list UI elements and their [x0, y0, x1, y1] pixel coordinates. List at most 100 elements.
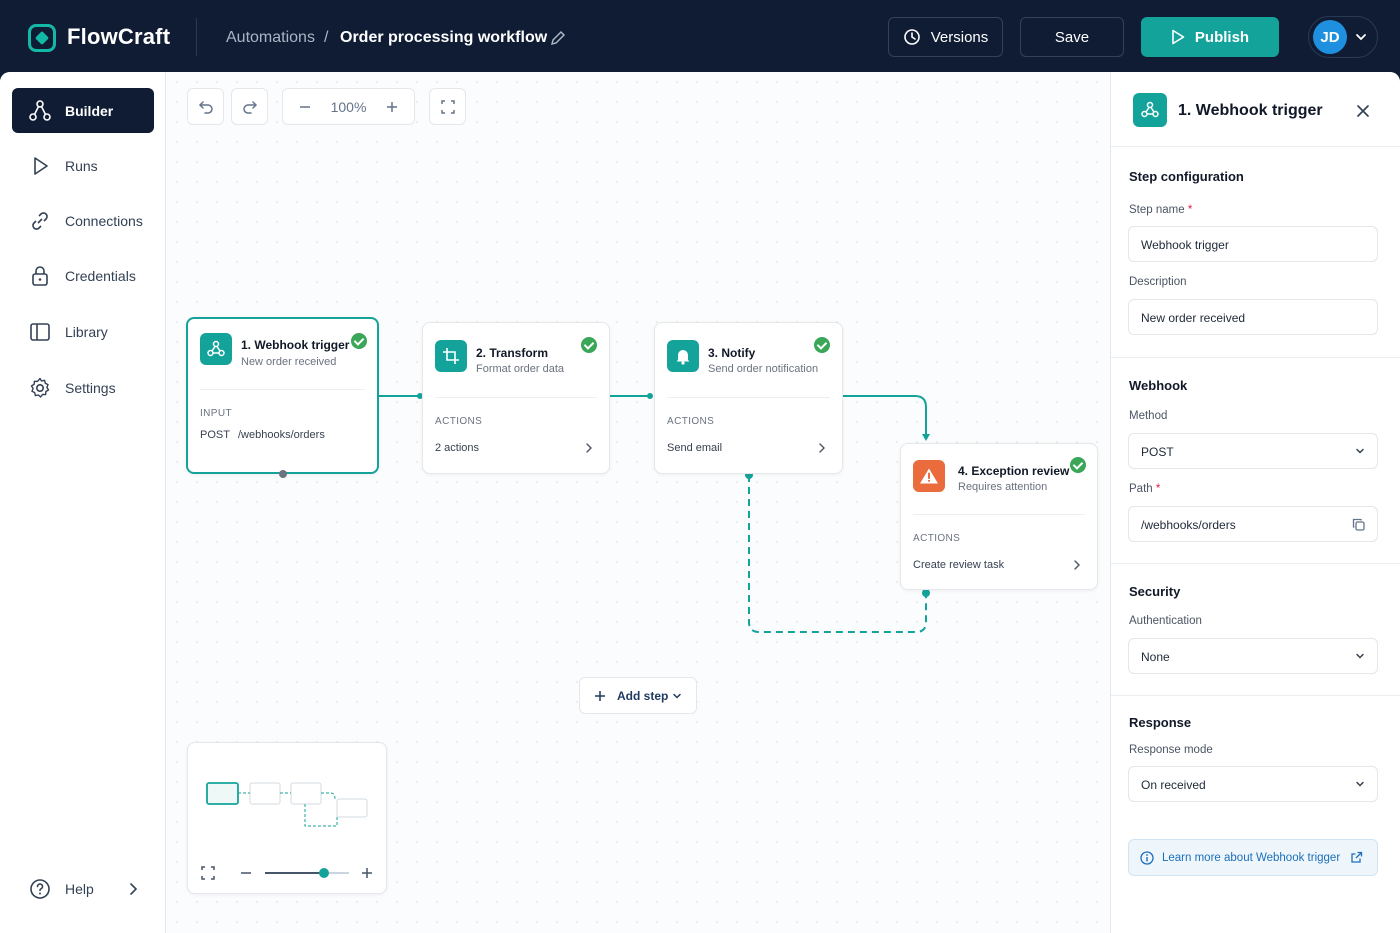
gear-icon [30, 377, 50, 398]
node-section-label: ACTIONS [435, 416, 483, 427]
node-notify[interactable]: 3. Notify Send order notification ACTION… [654, 322, 843, 474]
add-step-label: Add step [617, 689, 669, 703]
node-transform[interactable]: 2. Transform Format order data ACTIONS 2… [422, 322, 610, 474]
book-icon [30, 323, 50, 341]
properties-panel: 1. Webhook trigger Step configuration St… [1110, 72, 1400, 933]
chevron-right-icon[interactable] [817, 442, 827, 454]
publish-button[interactable]: Publish [1141, 17, 1279, 57]
section-step-configuration: Step configuration [1129, 169, 1244, 184]
panel-title: 1. Webhook trigger [1178, 102, 1323, 119]
webhook-icon [1133, 93, 1167, 127]
history-icon [903, 29, 920, 45]
description-label: Description [1129, 276, 1187, 288]
info-icon [1140, 851, 1154, 865]
node-subtitle: Send order notification [708, 363, 819, 375]
copy-icon[interactable] [1352, 518, 1365, 531]
section-security: Security [1129, 584, 1181, 599]
zoom-out-icon[interactable] [240, 867, 252, 879]
breadcrumb-automations[interactable]: Automations [226, 29, 315, 47]
sidebar-item-settings[interactable]: Settings [12, 365, 154, 410]
method-select[interactable]: POST [1128, 433, 1378, 469]
sidebar-item-label: Connections [65, 213, 143, 229]
sidebar-item-label: Builder [65, 103, 114, 119]
zoom-slider-thumb[interactable] [318, 868, 329, 878]
workflow-icon [29, 100, 51, 121]
versions-button[interactable]: Versions [888, 17, 1003, 57]
path-label: Path * [1129, 483, 1160, 495]
node-section-label: ACTIONS [667, 416, 715, 427]
node-title: 2. Transform [476, 346, 549, 360]
path-label-text: Path [1129, 483, 1153, 495]
step-name-field[interactable]: Webhook trigger [1128, 226, 1378, 262]
minimap-zoom-slider[interactable] [265, 868, 349, 878]
learn-more-label: Learn more about Webhook trigger [1162, 852, 1341, 864]
path-field[interactable]: /webhooks/orders [1128, 506, 1378, 542]
chevron-right-icon[interactable] [1072, 559, 1082, 571]
sidebar-item-help[interactable]: Help [12, 866, 154, 911]
divider [1111, 146, 1400, 147]
minimap[interactable] [187, 742, 387, 894]
node-section-label: ACTIONS [913, 533, 961, 544]
success-check-icon [814, 337, 830, 353]
close-icon[interactable] [1356, 104, 1370, 118]
response-mode-label: Response mode [1129, 744, 1213, 756]
transform-icon [435, 340, 467, 372]
sidebar-item-builder[interactable]: Builder [12, 88, 154, 133]
sidebar: Builder Runs Connections Credentials Lib… [0, 72, 166, 933]
authentication-value: None [1141, 650, 1170, 664]
sidebar-item-label: Settings [65, 380, 116, 396]
node-method: POST [200, 429, 230, 441]
minimap-preview [206, 782, 368, 827]
authentication-select[interactable]: None [1128, 638, 1378, 674]
app-name: FlowCraft [67, 24, 171, 49]
chevron-down-icon[interactable] [1354, 30, 1368, 49]
publish-label: Publish [1194, 28, 1250, 46]
plus-icon [595, 691, 605, 701]
save-button[interactable]: Save [1020, 17, 1124, 57]
sidebar-item-connections[interactable]: Connections [12, 198, 154, 243]
divider [913, 514, 1085, 515]
sidebar-item-runs[interactable]: Runs [12, 143, 154, 188]
chevron-right-icon [130, 883, 138, 895]
zoom-in-icon[interactable] [361, 867, 373, 879]
authentication-label: Authentication [1129, 615, 1202, 627]
divider [1111, 563, 1400, 564]
learn-more-link[interactable]: Learn more about Webhook trigger [1128, 839, 1378, 876]
node-actions-summary: 2 actions [435, 442, 480, 454]
success-check-icon [351, 333, 367, 349]
node-action-summary: Create review task [913, 559, 1005, 571]
sidebar-item-label: Runs [65, 158, 98, 174]
node-exception-review[interactable]: 4. Exception review Requires attention A… [900, 443, 1098, 590]
divider [196, 18, 197, 56]
output-handle[interactable] [279, 470, 287, 478]
edit-pencil-icon[interactable] [550, 30, 566, 46]
flowcraft-logo-icon [28, 24, 56, 52]
add-step-button[interactable]: Add step [579, 677, 697, 714]
sidebar-item-label: Library [65, 324, 108, 340]
sidebar-item-library[interactable]: Library [12, 309, 154, 354]
divider [200, 389, 365, 390]
fullscreen-icon[interactable] [201, 866, 215, 880]
avatar[interactable]: JD [1313, 20, 1347, 54]
node-subtitle: Requires attention [958, 481, 1048, 493]
chevron-down-icon [1356, 781, 1364, 787]
workflow-canvas[interactable]: 100% 1. Webhook trigger New order receiv… [167, 72, 1110, 933]
node-subtitle: Format order data [476, 363, 565, 375]
divider [1111, 357, 1400, 358]
step-name-label: Step name * [1129, 204, 1192, 216]
node-webhook-trigger[interactable]: 1. Webhook trigger New order received IN… [186, 317, 379, 478]
node-subtitle: New order received [241, 356, 337, 368]
node-action-summary: Send email [667, 442, 723, 454]
method-value: POST [1141, 445, 1174, 459]
zoom-slider-fill [265, 872, 324, 874]
webhook-icon [200, 333, 232, 365]
description-field[interactable]: New order received [1128, 299, 1378, 335]
bell-icon [667, 340, 699, 372]
chevron-right-icon[interactable] [584, 442, 594, 454]
chevron-down-icon [673, 693, 681, 699]
response-mode-select[interactable]: On received [1128, 766, 1378, 802]
help-icon [30, 879, 50, 899]
save-label: Save [1054, 28, 1090, 46]
node-title: 1. Webhook trigger [241, 338, 350, 352]
sidebar-item-credentials[interactable]: Credentials [12, 253, 154, 298]
